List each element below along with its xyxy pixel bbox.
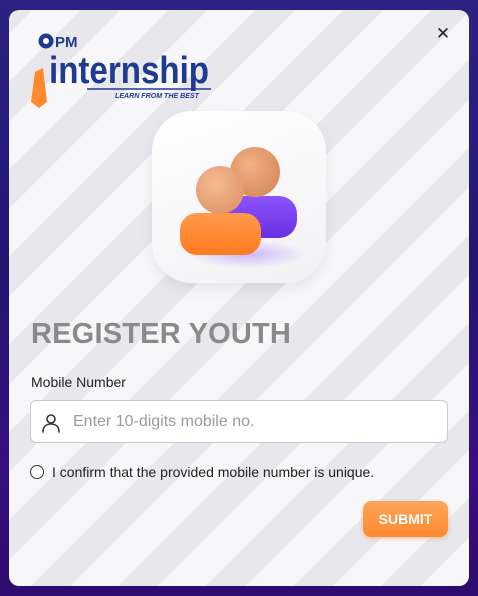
logo-tagline: LEARN FROM THE BEST: [115, 93, 200, 100]
user-icon: [42, 414, 60, 433]
logo-wordmark: internship: [49, 50, 209, 92]
register-youth-modal: ✕ PM internship LEARN FROM THE BEST REGI…: [9, 10, 469, 586]
users-illustration: [152, 111, 326, 283]
submit-button[interactable]: SUBMIT: [363, 501, 448, 537]
mobile-number-field[interactable]: [30, 400, 448, 443]
mobile-number-label: Mobile Number: [31, 374, 126, 390]
mobile-number-input[interactable]: [73, 401, 441, 442]
confirm-radio[interactable]: [30, 465, 44, 479]
logo-prefix: PM: [55, 34, 78, 51]
pm-internship-logo: PM internship LEARN FROM THE BEST: [29, 30, 214, 110]
page-title: REGISTER YOUTH: [31, 318, 292, 350]
close-icon: ✕: [435, 24, 451, 44]
confirm-text: I confirm that the provided mobile numbe…: [52, 464, 375, 480]
close-button[interactable]: ✕: [433, 24, 453, 44]
confirm-unique-row[interactable]: I confirm that the provided mobile numbe…: [30, 464, 374, 480]
